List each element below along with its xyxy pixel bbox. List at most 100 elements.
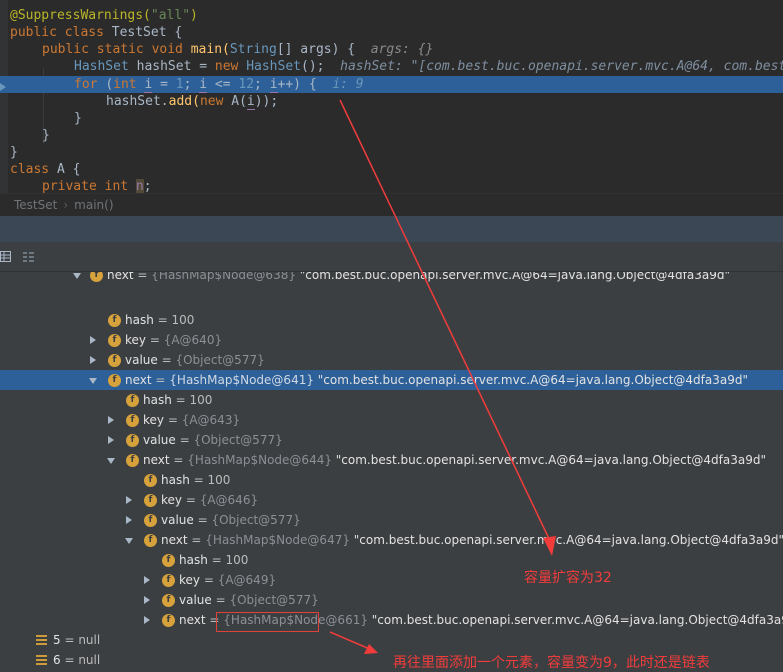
breadcrumb-method[interactable]: main() [74,198,113,212]
code-line-9[interactable]: } [10,144,18,161]
equals-sign: = [60,633,79,647]
object-ref: {HashMap$Node@647} [205,533,350,547]
tree-row[interactable]: f next = {HashMap$Node@661} "com.best.bu… [0,610,783,630]
tree-row[interactable]: f value = {Object@577} [0,350,783,370]
tree-row[interactable]: 5 = null [0,630,783,650]
equals-sign: = [164,413,182,427]
class-name-token: A [56,162,65,177]
tree-row[interactable]: f next = {HashMap$Node@638} "com.best.bu… [0,272,783,285]
var-name: key [161,493,183,507]
collapse-arrow-icon[interactable] [142,610,152,630]
expand-arrow-icon[interactable] [72,272,82,285]
call-token: hashSet. [106,94,169,109]
equals-sign: = [169,453,188,467]
expand-arrow-icon[interactable] [106,450,116,470]
field-icon: f [144,474,157,487]
code-line-6[interactable]: hashSet.add(new A(i)); [106,93,278,110]
statement-end-token: ; [143,179,152,193]
keyword-token: new [214,59,247,74]
equals-sign: = [193,513,212,527]
variable-token: i [269,77,278,93]
class-name-token: A( [231,94,247,109]
tree-row[interactable]: f next = {HashMap$Node@647} "com.best.bu… [0,530,783,550]
object-ref: {HashMap$Node@644} [187,453,332,467]
operator-token: <= [207,77,239,92]
collapse-arrow-icon[interactable] [106,430,116,450]
keyword-token: new [199,94,232,109]
code-line-2[interactable]: public class TestSet { [10,24,182,41]
field-icon: f [144,534,157,547]
field-icon: f [126,394,139,407]
var-name: hash [179,553,208,567]
code-line-3[interactable]: public static void main(String[] args) {… [42,41,433,58]
var-value: 100 [207,473,231,487]
variables-tree[interactable]: f next = {HashMap$Node@638} "com.best.bu… [0,272,783,672]
operator-token: ; [254,77,270,92]
editor-gutter[interactable] [0,0,8,193]
collapse-arrow-icon[interactable] [88,330,98,350]
keyword-token: class [10,162,57,177]
collapse-arrow-icon[interactable] [88,350,98,370]
var-value: 100 [225,553,249,567]
expand-arrow-icon[interactable] [88,370,98,390]
collapse-arrow-icon[interactable] [142,590,152,610]
code-line-10[interactable]: class A { [10,161,80,178]
equals-sign: = [60,653,79,667]
collapse-arrow-icon[interactable] [124,490,134,510]
tree-row[interactable]: f hash = 100 [0,310,783,330]
equals-sign: = [151,373,170,387]
equals-sign: = [171,393,190,407]
collapse-arrow-icon[interactable] [142,570,152,590]
collapse-arrow-icon[interactable] [124,510,134,530]
object-ref: {Object@577} [175,353,265,367]
field-icon: f [126,414,139,427]
params-token: [] args) { [276,42,371,57]
breadcrumb-class[interactable]: TestSet [14,198,57,212]
tree-row[interactable]: f key = {A@640} [0,330,783,350]
inline-debug-hint: args: {} [370,42,434,57]
tree-row[interactable]: f key = {A@649} [0,570,783,590]
var-value: 100 [171,313,195,327]
tree-row-selected[interactable]: f next = {HashMap$Node@641} "com.best.bu… [0,370,783,390]
tree-row[interactable]: f next = {HashMap$Node@644} "com.best.bu… [0,450,783,470]
var-name: value [161,513,194,527]
tree-row[interactable]: f hash = 100 [0,470,783,490]
collapse-arrow-icon[interactable] [106,410,116,430]
code-line-4[interactable]: HashSet hashSet = new HashSet(); hashSet… [74,58,783,75]
code-editor[interactable]: @SuppressWarnings("all") public class Te… [0,0,783,193]
string-value: "com.best.buc.openapi.server.mvc.A@64=ja… [367,613,783,627]
field-icon: f [108,334,121,347]
code-line-8[interactable]: } [42,127,50,144]
tree-row[interactable]: f key = {A@646} [0,490,783,510]
object-ref: {Object@577} [193,433,283,447]
method-name-token: add( [168,94,200,109]
equals-sign: = [133,272,152,282]
expand-arrow-icon[interactable] [124,530,134,550]
string-value: "com.best.buc.openapi.server.mvc.A@64=ja… [349,533,783,547]
tree-row[interactable]: f value = {Object@577} [0,510,783,530]
tree-row[interactable]: f key = {A@643} [0,410,783,430]
code-line-7[interactable]: } [74,110,82,127]
equals-sign: = [182,493,200,507]
object-ref: {A@649} [217,573,277,587]
breadcrumb-separator: › [63,198,69,212]
tree-row[interactable]: f hash = 100 [0,550,783,570]
equals-sign: = [200,573,218,587]
annotation-close: ) [190,8,198,23]
keyword-token: for [74,77,106,92]
code-line-1[interactable]: @SuppressWarnings("all") [10,7,198,24]
brace-token: { [64,162,81,177]
type-token: HashSet [246,59,301,74]
code-line-11[interactable]: private int n; [42,178,152,193]
string-token: "all" [150,8,191,23]
tree-row[interactable]: f value = {Object@577} [0,430,783,450]
var-name: 5 [53,633,61,647]
table-icon[interactable] [0,250,13,263]
string-value: "com.best.buc.openapi.server.mvc.A@64=ja… [313,373,749,387]
current-execution-line[interactable]: for (int i = 1; i <= 12; i++) { i: 9 [0,76,783,93]
tree-row[interactable]: f hash = 100 [0,390,783,410]
list-tree-icon[interactable] [22,250,35,263]
tree-row[interactable]: f value = {Object@577} [0,590,783,610]
string-value: "com.best.buc.openapi.server.mvc.A@64=ja… [331,453,767,467]
type-token: HashSet [74,59,129,74]
